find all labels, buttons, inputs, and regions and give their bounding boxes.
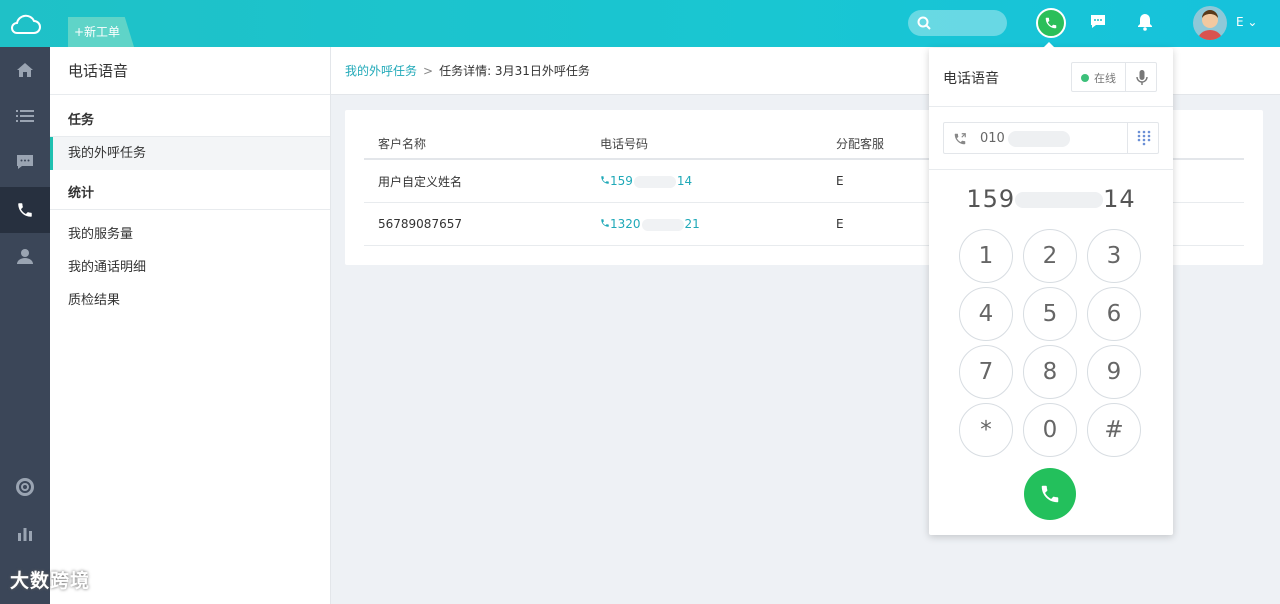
call-button[interactable] [1024,468,1076,520]
customer-name-cell: 56789087657 [378,217,462,231]
key-9[interactable]: 9 [1087,345,1141,399]
phone-suffix: 14 [676,174,693,188]
key-0[interactable]: 0 [1023,403,1077,457]
masked-digits [641,218,684,231]
user-menu[interactable]: E ⌄ [1236,15,1257,29]
key-star[interactable]: * [959,403,1013,457]
key-3[interactable]: 3 [1087,229,1141,283]
bar-chart-icon[interactable] [0,510,50,556]
sidebar-section-stats: 统计 [50,178,330,210]
key-5[interactable]: 5 [1023,287,1077,341]
phone-icon [601,176,609,184]
nav-rail [0,47,50,604]
new-ticket-button[interactable]: +新工单 [68,17,134,47]
phone-prefix: 1320 [610,217,641,231]
key-hash[interactable]: # [1087,403,1141,457]
watermark: 大数跨境 [10,570,91,592]
key-2[interactable]: 2 [1023,229,1077,283]
column-header-customer-name: 客户名称 [378,136,427,151]
dialer-divider [929,169,1173,170]
sidebar-item-my-service-volume[interactable]: 我的服务量 [50,218,330,251]
keypad-icon[interactable] [1127,123,1159,153]
key-8[interactable]: 8 [1023,345,1077,399]
dialer-title: 电话语音 [943,71,999,87]
microphone-icon[interactable] [1136,70,1148,90]
bell-icon[interactable] [1137,13,1157,33]
search-input[interactable] [908,10,1007,36]
top-bar: +新工单 E ⌄ [0,0,1280,47]
dial-number-input[interactable]: 010 [943,122,1159,154]
user-initial: E [1236,15,1244,29]
dialer-popup: 电话语音 在线 010 159 14 1 2 3 4 5 6 7 8 9 * 0 [929,42,1173,535]
status-label: 在线 [1094,72,1116,85]
column-header-phone: 电话号码 [600,136,649,151]
sidebar-item-qa-results[interactable]: 质检结果 [50,284,330,317]
online-dot [1081,74,1089,82]
status-divider [1125,63,1126,91]
lifebuoy-icon[interactable] [0,464,50,510]
chat-icon[interactable] [0,139,50,185]
sidebar-section-tasks: 任务 [50,105,330,137]
list-icon[interactable] [0,93,50,139]
key-1[interactable]: 1 [959,229,1013,283]
phone-link[interactable]: 1320 21 [600,217,836,231]
customer-name-cell: 用户自定义姓名 [378,174,463,189]
dial-input-prefix: 010 [980,131,1005,146]
dialed-number: 159 14 [929,185,1173,213]
chat-icon[interactable] [1089,13,1109,33]
breadcrumb-separator: > [423,64,434,78]
phone-icon [1041,485,1059,503]
key-7[interactable]: 7 [959,345,1013,399]
home-icon[interactable] [0,47,50,93]
masked-digits [633,175,676,188]
phone-icon [601,219,609,227]
phone-icon[interactable] [1036,8,1066,38]
cloud-logo-icon[interactable] [0,0,50,47]
phone-transfer-icon [953,131,967,150]
dialer-header: 电话语音 在线 [929,48,1173,107]
sidebar-item-my-outbound-tasks[interactable]: 我的外呼任务 [50,137,330,170]
phone-suffix: 21 [684,217,700,231]
chevron-down-icon: ⌄ [1247,15,1258,29]
masked-digits [1015,192,1104,208]
breadcrumb-current: 任务详情: 3月31日外呼任务 [439,64,590,78]
key-4[interactable]: 4 [959,287,1013,341]
key-6[interactable]: 6 [1087,287,1141,341]
status-toggle[interactable]: 在线 [1071,62,1157,92]
avatar[interactable] [1193,6,1227,40]
dialed-suffix: 14 [1103,185,1136,213]
masked-digits [1008,131,1070,147]
phone-prefix: 159 [610,174,633,188]
user-icon[interactable] [0,233,50,279]
dialed-prefix: 159 [966,185,1016,213]
phone-icon[interactable] [0,187,50,233]
sidebar-title: 电话语音 [50,47,330,95]
sidebar: 电话语音 任务 我的外呼任务 统计 我的服务量 我的通话明细 质检结果 [50,47,331,604]
breadcrumb-link[interactable]: 我的外呼任务 [345,64,417,78]
phone-link[interactable]: 159 14 [600,174,836,188]
search-icon [917,16,931,30]
sidebar-item-my-call-details[interactable]: 我的通话明细 [50,251,330,284]
